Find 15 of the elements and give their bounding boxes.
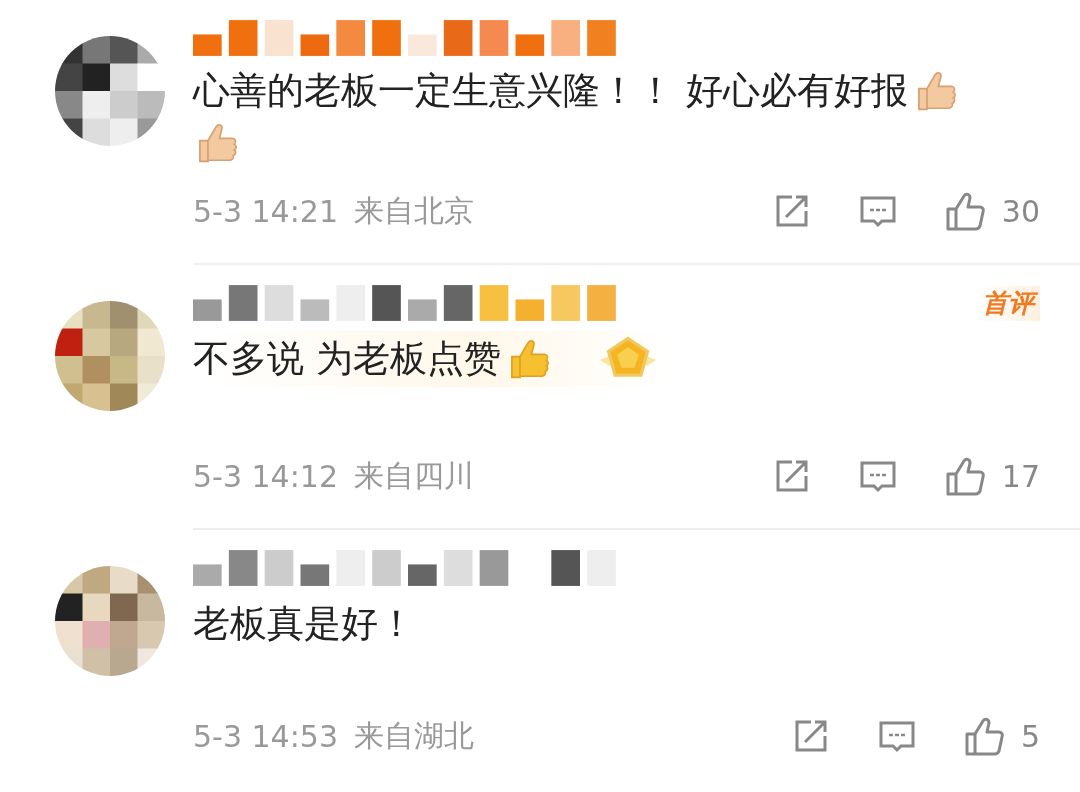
like-button[interactable]: 30: [943, 189, 1040, 233]
comment-text: 不多说 为老板点赞: [193, 336, 501, 382]
comment-text: 老板真是好！: [193, 601, 415, 647]
comment-text: 心善的老板一定生意兴隆！！ 好心必有好报: [193, 68, 908, 114]
comment-location: 来自湖北: [354, 716, 474, 755]
comment-time: 5-3 14:12: [193, 458, 338, 494]
like-button[interactable]: 17: [943, 454, 1040, 498]
avatar[interactable]: [55, 566, 165, 676]
comment-time: 5-3 14:53: [193, 718, 338, 754]
avatar[interactable]: [55, 301, 165, 411]
comment-location: 来自北京: [354, 191, 474, 230]
like-button[interactable]: 5: [962, 714, 1040, 758]
comment-time: 5-3 14:21: [193, 193, 338, 229]
avatar[interactable]: [55, 36, 165, 146]
comment-location: 来自四川: [354, 456, 474, 495]
